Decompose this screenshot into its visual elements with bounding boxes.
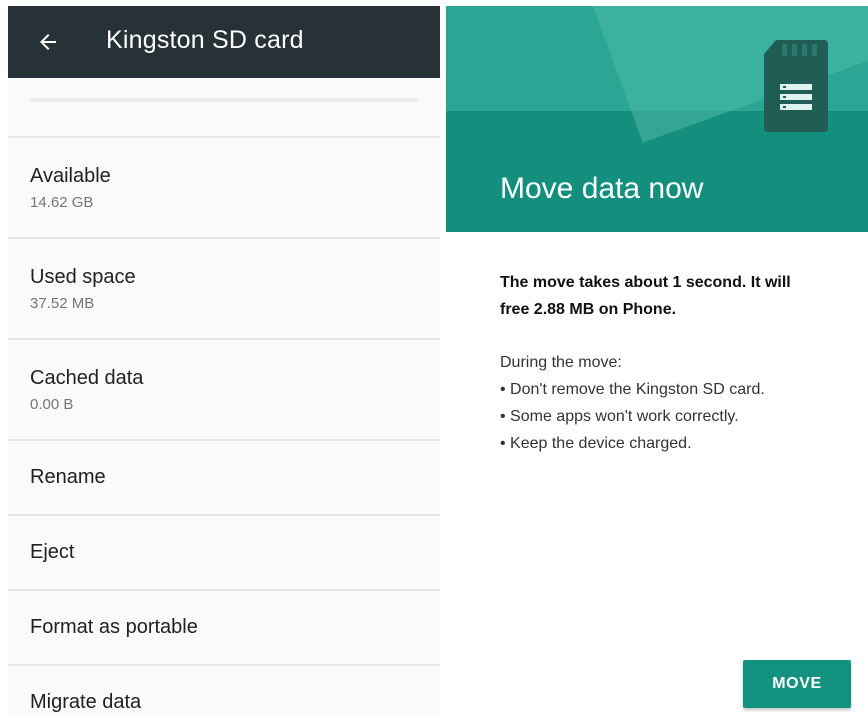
list-item-title: Eject [30, 541, 75, 563]
list-item-cached-data[interactable]: Cached data 0.00 B [8, 338, 440, 439]
list-item-used-space[interactable]: Used space 37.52 MB [8, 237, 440, 338]
app-bar: Kingston SD card [8, 6, 440, 78]
list-item-value: 0.00 B [30, 396, 74, 413]
sd-card-icon [764, 40, 828, 132]
hero-title: Move data now [500, 172, 704, 205]
move-data-screen: Move data now The move takes about 1 sec… [446, 6, 868, 715]
warning-item: • Don't remove the Kingston SD card. [500, 381, 765, 398]
move-button[interactable]: MOVE [743, 660, 851, 708]
list-item-value: 14.62 GB [30, 194, 94, 211]
list-item-title: Migrate data [30, 691, 142, 713]
list-item-migrate-data[interactable]: Migrate data [8, 664, 440, 715]
storage-usage-bar [30, 98, 418, 102]
storage-settings-screen: Kingston SD card Available 14.62 GB Used… [8, 6, 440, 715]
list-item-title: Format as portable [30, 616, 198, 638]
storage-options-list: Available 14.62 GB Used space 37.52 MB C… [8, 136, 440, 715]
warning-item: • Keep the device charged. [500, 435, 692, 452]
list-item-title: Used space [30, 266, 136, 288]
page-title: Kingston SD card [106, 26, 304, 54]
move-info: The move takes about 1 second. It will f… [446, 232, 868, 457]
move-summary: The move takes about 1 second. It will f… [500, 274, 791, 318]
list-item-title: Available [30, 165, 111, 187]
back-button[interactable] [30, 24, 66, 60]
list-item-format-as-portable[interactable]: Format as portable [8, 589, 440, 664]
warning-item: • Some apps won't work correctly. [500, 408, 739, 425]
list-item-title: Cached data [30, 367, 144, 389]
arrow-left-icon [40, 34, 56, 50]
list-item-eject[interactable]: Eject [8, 514, 440, 589]
hero-header: Move data now [446, 6, 868, 232]
list-item-rename[interactable]: Rename [8, 439, 440, 514]
list-item-available[interactable]: Available 14.62 GB [8, 136, 440, 237]
list-item-title: Rename [30, 466, 106, 488]
list-item-value: 37.52 MB [30, 295, 95, 312]
during-move-label: During the move: [500, 354, 622, 371]
